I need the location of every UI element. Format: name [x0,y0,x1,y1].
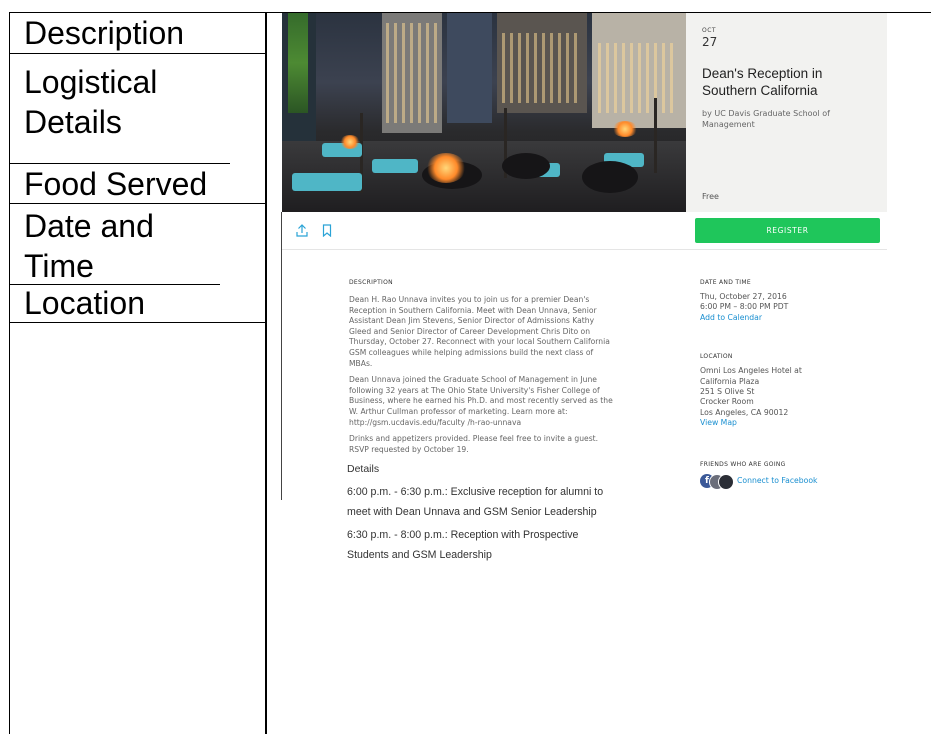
connect-facebook-row[interactable]: f Connect to Facebook [700,473,880,490]
avatar-icon [718,473,734,490]
friends-heading: FRIENDS WHO ARE GOING [700,460,786,468]
register-button[interactable]: REGISTER [695,218,880,243]
description-heading: DESCRIPTION [349,279,393,286]
label-logistical-details: Logistical Details [10,54,230,164]
description-paragraph: Drinks and appetizers provided. Please f… [349,434,599,454]
label-food-served: Food Served [10,164,265,204]
add-to-calendar-link[interactable]: Add to Calendar [700,313,880,323]
label-location: Location [10,285,265,323]
location-line: 251 S Olive St [700,387,755,397]
bookmark-icon[interactable] [322,224,332,237]
label-column: Description Logistical Details Food Serv… [9,12,266,734]
event-price: Free [702,192,719,201]
connect-facebook-link[interactable]: Connect to Facebook [737,476,818,486]
event-title: Dean's Reception in Southern California [702,66,823,98]
date-time-heading: DATE AND TIME [700,279,751,286]
description-paragraph: Dean Unnava joined the Graduate School o… [349,375,613,427]
facebook-avatars: f [700,473,734,490]
view-map-link[interactable]: View Map [700,418,880,428]
label-description: Description [10,13,265,54]
schedule-item: 6:30 p.m. - 8:00 p.m.: Reception with Pr… [347,529,579,561]
event-organizer[interactable]: by UC Davis Graduate School of Managemen… [702,108,871,130]
share-icon[interactable] [296,224,308,237]
label-date-and-time: Date and Time [10,204,220,285]
event-day: 27 [702,35,718,49]
event-info-card: OCT 27 Dean's Reception in Southern Cali… [686,13,887,212]
event-sidebar: DATE AND TIME Thu, October 27, 2016 6:00… [700,279,880,490]
column-divider [266,12,267,734]
event-time: 6:00 PM – 8:00 PM PDT [700,302,789,312]
location-line: Crocker Room [700,397,754,407]
location-line: Omni Los Angeles Hotel at [700,366,802,376]
action-bar: REGISTER [282,212,887,250]
screenshot-edge [281,212,282,500]
event-hero-image [282,13,686,212]
event-month: OCT [702,27,717,34]
schedule-item: 6:00 p.m. - 6:30 p.m.: Exclusive recepti… [347,486,604,518]
description-section: DESCRIPTION Dean H. Rao Unnava invites y… [347,279,617,569]
location-line: Los Angeles, CA 90012 [700,407,789,417]
details-heading: Details [347,463,380,476]
location-heading: LOCATION [700,353,733,361]
location-line: California Plaza [700,376,760,386]
description-paragraph: Dean H. Rao Unnava invites you to join u… [349,295,610,368]
event-date: Thu, October 27, 2016 [700,292,787,301]
